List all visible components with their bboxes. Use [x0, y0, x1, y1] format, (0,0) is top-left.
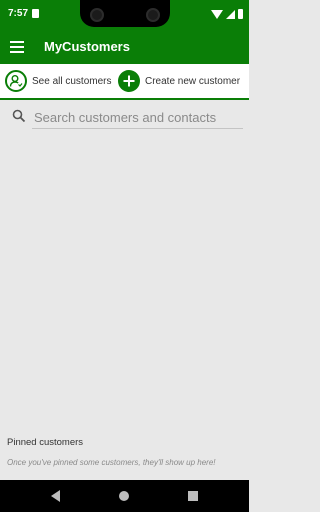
app-bar: MyCustomers	[0, 30, 249, 64]
pinned-empty-message: Once you've pinned some customers, they'…	[7, 458, 216, 467]
camera-notch	[80, 0, 170, 27]
person-icon	[5, 70, 27, 92]
home-icon[interactable]	[119, 491, 129, 501]
see-all-customers-label: See all customers	[32, 75, 112, 87]
search-icon	[12, 109, 26, 123]
status-time: 7:57	[8, 8, 29, 19]
camera-icon	[90, 8, 104, 22]
create-new-customer-label: Create new customer	[145, 75, 241, 87]
pinned-customers-heading: Pinned customers	[7, 437, 84, 448]
wifi-icon	[211, 9, 223, 19]
search-input[interactable]	[32, 106, 243, 129]
status-icons	[211, 8, 243, 20]
battery-icon	[238, 9, 243, 19]
back-icon[interactable]	[51, 490, 60, 502]
recents-icon[interactable]	[188, 491, 198, 501]
menu-icon[interactable]	[10, 41, 24, 53]
search-bar	[0, 100, 249, 132]
action-bar: See all customers Create new customer	[0, 64, 249, 100]
app-title: MyCustomers	[44, 39, 130, 54]
plus-icon	[118, 70, 140, 92]
signal-icon	[226, 9, 235, 19]
status-bar: 7:57	[0, 0, 249, 30]
create-new-customer-button[interactable]: Create new customer	[118, 69, 240, 93]
camera-icon	[146, 8, 160, 22]
system-nav-bar	[0, 480, 249, 512]
sd-card-icon	[32, 9, 39, 18]
see-all-customers-button[interactable]: See all customers	[5, 69, 111, 93]
